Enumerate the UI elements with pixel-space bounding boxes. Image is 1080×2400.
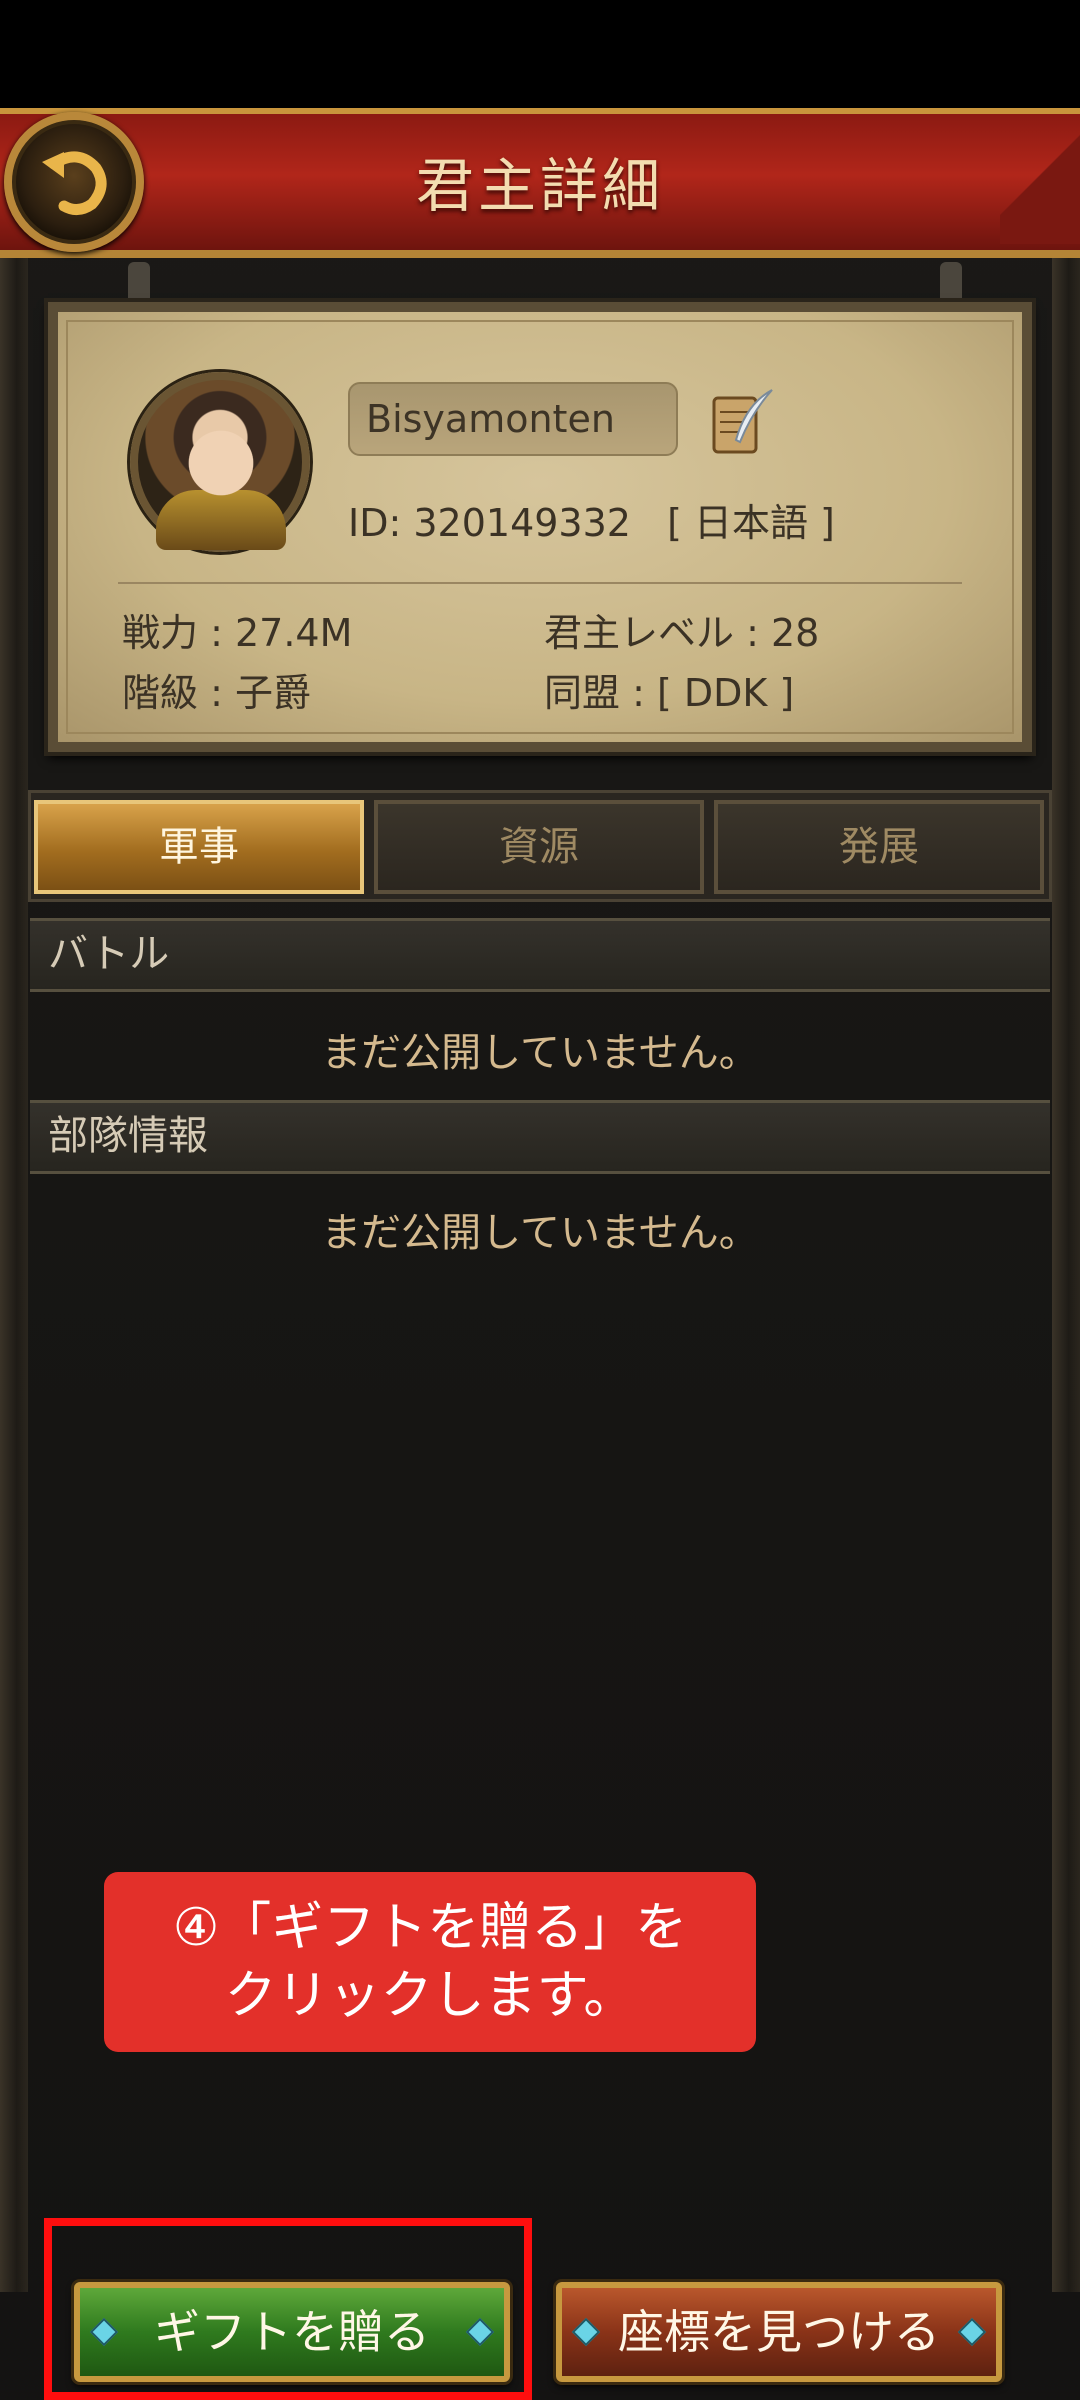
profile-card: Bisyamonten ID: 320149332 [ 日本語 ] 戦力 : 2… xyxy=(48,302,1032,752)
tutorial-callout: ④「ギフトを贈る」を クリックします。 xyxy=(104,1872,756,2052)
gem-icon xyxy=(571,2317,601,2347)
tab-development[interactable]: 発展 xyxy=(714,800,1044,894)
card-divider xyxy=(118,582,962,584)
find-coordinates-label: 座標を見つける xyxy=(618,2305,940,2359)
scroll-quill-icon[interactable] xyxy=(706,386,776,460)
tab-resources[interactable]: 資源 xyxy=(374,800,704,894)
callout-line-2: クリックします。 xyxy=(224,1966,636,2026)
callout-line-1: ④「ギフトを贈る」を xyxy=(172,1898,688,1958)
section-battle-header: バトル xyxy=(30,918,1050,992)
troops-status-text: まだ公開していません。 xyxy=(321,1210,759,1256)
find-coordinates-button[interactable]: 座標を見つける xyxy=(556,2282,1002,2382)
language-label: [ 日本語 ] xyxy=(667,501,835,545)
section-troops-header: 部隊情報 xyxy=(30,1100,1050,1174)
id-label: ID: xyxy=(348,501,402,545)
tutorial-highlight-box xyxy=(44,2218,532,2400)
player-name: Bisyamonten xyxy=(348,382,678,456)
header-banner: 君主詳細 xyxy=(0,108,1080,258)
battle-status-text: まだ公開していません。 xyxy=(321,1030,759,1076)
avatar[interactable] xyxy=(130,372,310,552)
page-title: 君主詳細 xyxy=(415,152,664,220)
gem-icon xyxy=(957,2317,987,2347)
rank-stat: 階級 : 子爵 xyxy=(122,671,311,715)
status-bar-area xyxy=(0,0,1080,108)
id-value: 320149332 xyxy=(413,501,631,545)
lord-level-stat: 君主レベル : 28 xyxy=(544,611,820,655)
tab-military[interactable]: 軍事 xyxy=(34,800,364,894)
back-arrow-icon xyxy=(42,151,107,215)
power-stat: 戦力 : 27.4M xyxy=(122,611,353,655)
alliance-stat: 同盟 : [ DDK ] xyxy=(544,671,795,715)
back-button[interactable] xyxy=(4,112,144,252)
player-id-line: ID: 320149332 [ 日本語 ] xyxy=(348,492,835,547)
